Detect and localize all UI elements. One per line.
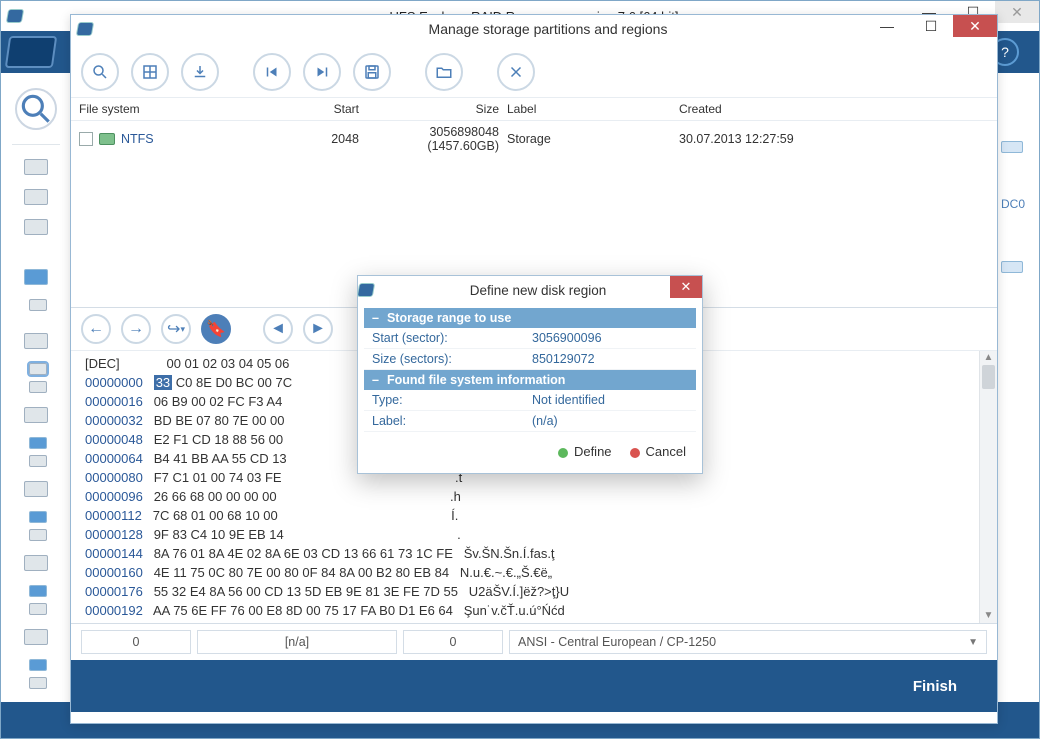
hex-scrollbar[interactable]: ▲ ▼ [979,351,997,623]
close-button[interactable]: ✕ [995,1,1039,23]
finish-bar: Finish [71,660,997,712]
scroll-up-icon[interactable]: ▲ [980,351,997,365]
scroll-down-icon[interactable]: ▼ [980,609,997,623]
volume-icon[interactable] [29,299,47,311]
status-offset: 0 [81,630,191,654]
col-start[interactable]: Start [239,102,359,116]
status-value: [n/a] [197,630,397,654]
raid-member-icon[interactable] [29,511,47,523]
pill-icon [1001,261,1023,273]
disk-icon[interactable] [24,407,48,423]
dialog-close-button[interactable]: ✕ [670,276,702,298]
raid-member-icon[interactable] [29,437,47,449]
app-icon [358,283,374,297]
minimize-button[interactable]: — [865,15,909,37]
field-size-sectors[interactable]: Size (sectors):850129072 [364,349,696,370]
volume-icon[interactable] [29,603,47,615]
partition-row[interactable]: NTFS 2048 3056898048 (1457.60GB) Storage… [71,121,997,157]
nav-back-button[interactable]: ← [81,314,111,344]
row-size: 3056898048 (1457.60GB) [359,125,499,153]
open-button[interactable] [425,53,463,91]
nav-forward-button[interactable]: → [121,314,151,344]
col-created[interactable]: Created [679,102,989,116]
define-button[interactable]: Define [558,444,612,459]
left-rail [1,74,71,702]
section-found-fs[interactable]: –Found file system information [364,370,696,390]
status-position: 0 [403,630,503,654]
dec-label: [DEC] [85,356,120,371]
partition-table-header: File system Start Size Label Created [71,97,997,121]
chevron-down-icon: ▼ [968,637,978,648]
encoding-label: ANSI - Central European / CP-1250 [518,635,716,649]
step-forward-button[interactable] [303,53,341,91]
save-button[interactable] [353,53,391,91]
maximize-button[interactable]: ☐ [909,15,953,37]
disk-icon[interactable] [24,189,48,205]
step-back-button[interactable] [253,53,291,91]
define-region-dialog: Define new disk region ✕ –Storage range … [357,275,703,474]
raid-icon[interactable] [24,269,48,285]
bookmark-button[interactable]: 🔖 [201,314,231,344]
volume-icon[interactable] [29,529,47,541]
scroll-thumb[interactable] [982,365,995,389]
field-label: Label:(n/a) [364,411,696,432]
col-filesystem[interactable]: File system [79,102,239,116]
disk-icon[interactable] [24,629,48,645]
disk-icon[interactable] [24,555,48,571]
disk-icon[interactable] [24,333,48,349]
dialog-titlebar[interactable]: Define new disk region ✕ [358,276,702,304]
right-sidebar-fragment: DC0 [1001,141,1033,277]
manage-title: Manage storage partitions and regions [99,21,997,37]
volume-icon[interactable] [29,455,47,467]
pill-icon [1001,141,1023,153]
section-storage-range[interactable]: –Storage range to use [364,308,696,328]
cancel-button[interactable]: Cancel [630,444,686,459]
encoding-dropdown[interactable]: ANSI - Central European / CP-1250 ▼ [509,630,987,654]
hex-forward-button[interactable]: ► [303,314,333,344]
hex-header: 00 01 02 03 04 05 06 [166,356,289,371]
search-button[interactable] [15,88,57,130]
volume-icon[interactable] [29,677,47,689]
ntfs-icon [99,133,115,145]
close-button[interactable]: ✕ [953,15,997,37]
row-created: 30.07.2013 12:27:59 [679,132,989,146]
manage-titlebar[interactable]: Manage storage partitions and regions — … [71,15,997,43]
hex-back-button[interactable]: ◄ [263,314,293,344]
app-icon [71,22,99,36]
row-checkbox[interactable] [79,132,93,146]
field-type: Type:Not identified [364,390,696,411]
row-start: 2048 [239,132,359,146]
hex-status-bar: 0 [n/a] 0 ANSI - Central European / CP-1… [71,624,997,660]
field-start-sector[interactable]: Start (sector):3056900096 [364,328,696,349]
import-button[interactable] [181,53,219,91]
col-label[interactable]: Label [499,102,679,116]
app-icon [1,9,29,23]
finish-button[interactable]: Finish [913,678,957,695]
nav-forward-menu-button[interactable]: ↪▾ [161,314,191,344]
grid-button[interactable] [131,53,169,91]
manage-window: Manage storage partitions and regions — … [70,14,998,724]
col-size[interactable]: Size [359,102,499,116]
right-token: DC0 [1001,197,1025,211]
volume-icon[interactable] [29,381,47,393]
volume-icon-selected[interactable] [29,363,47,375]
green-dot-icon [558,448,568,458]
collapse-icon: – [372,311,379,325]
disk-icon[interactable] [24,481,48,497]
red-dot-icon [630,448,640,458]
raid-member-icon[interactable] [29,659,47,671]
disk-icon[interactable] [24,219,48,235]
storage-icon[interactable] [24,159,48,175]
row-label: Storage [499,132,679,146]
brand-logo [5,36,57,68]
row-fs: NTFS [121,132,154,146]
manage-toolbar [71,43,997,97]
delete-button[interactable] [497,53,535,91]
dialog-title: Define new disk region [374,283,702,298]
raid-member-icon[interactable] [29,585,47,597]
collapse-icon: – [372,373,379,387]
scan-button[interactable] [81,53,119,91]
